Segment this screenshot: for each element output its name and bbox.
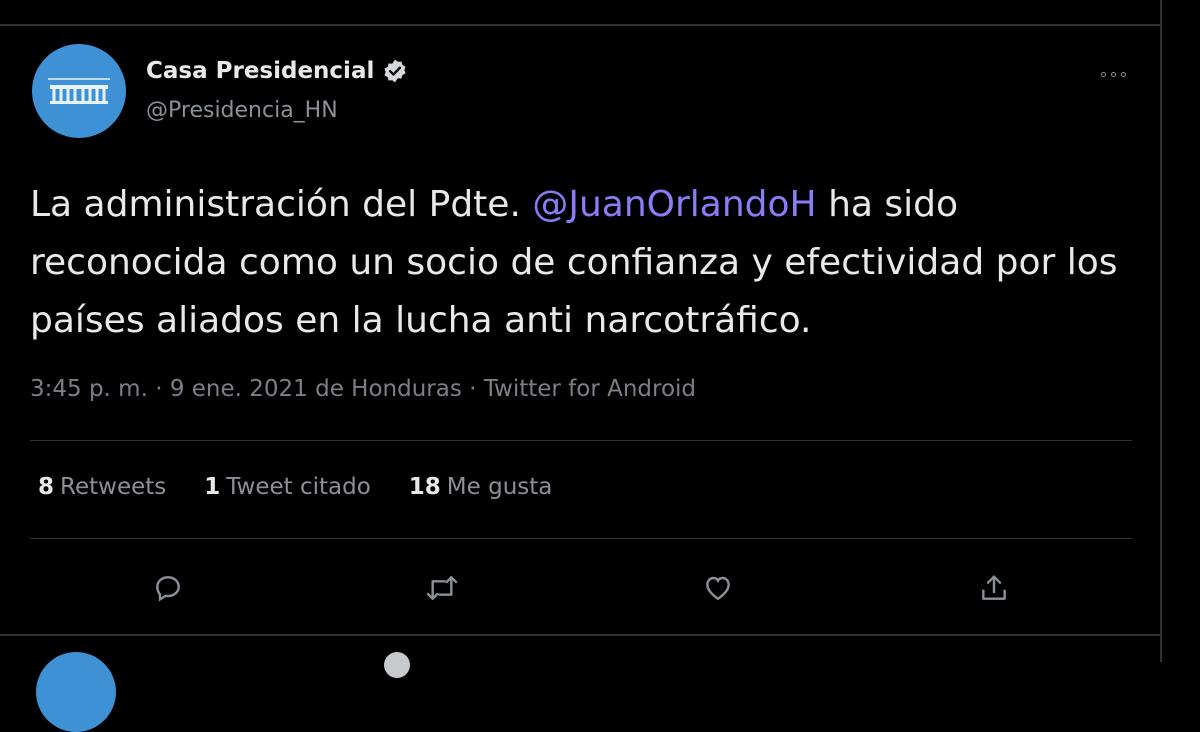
like-icon[interactable]	[698, 568, 738, 608]
author-row: Casa Presidencial	[146, 58, 408, 84]
author-name[interactable]: Casa Presidencial	[146, 58, 374, 84]
tweet-stats: 8 Retweets 1 Tweet citado 18 Me gusta	[38, 474, 552, 500]
reply-icon[interactable]	[148, 568, 188, 608]
building-logo-icon	[48, 78, 110, 104]
retweet-icon[interactable]	[422, 568, 462, 608]
tweet-text: La administración del Pdte. @JuanOrlando…	[30, 176, 1130, 350]
stat-likes[interactable]: 18 Me gusta	[409, 474, 553, 500]
divider	[0, 24, 1160, 26]
avatar[interactable]	[32, 44, 126, 138]
author-handle[interactable]: @Presidencia_HN	[146, 98, 338, 123]
stat-retweets[interactable]: 8 Retweets	[38, 474, 166, 500]
divider	[0, 634, 1160, 636]
stat-count: 8	[38, 474, 55, 500]
divider	[30, 440, 1132, 441]
tweet-meta[interactable]: 3:45 p. m. · 9 ene. 2021 de Honduras · T…	[30, 376, 696, 402]
tweet-text-before: La administración del Pdte.	[30, 184, 533, 225]
tweet-actions	[0, 562, 1160, 612]
stat-count: 1	[204, 474, 221, 500]
divider	[30, 538, 1132, 539]
stat-count: 18	[408, 474, 441, 500]
mention-link[interactable]: @JuanOrlandoH	[532, 184, 816, 225]
share-icon[interactable]	[974, 568, 1014, 608]
stat-label: Retweets	[60, 474, 167, 500]
verified-badge-icon	[384, 59, 406, 83]
verified-badge-icon	[384, 652, 410, 678]
stat-label: Tweet citado	[226, 474, 371, 500]
more-options-icon[interactable]	[1094, 64, 1132, 84]
stat-quote-tweets[interactable]: 1 Tweet citado	[204, 474, 371, 500]
next-tweet-avatar[interactable]	[36, 652, 116, 732]
stat-label: Me gusta	[446, 474, 553, 500]
